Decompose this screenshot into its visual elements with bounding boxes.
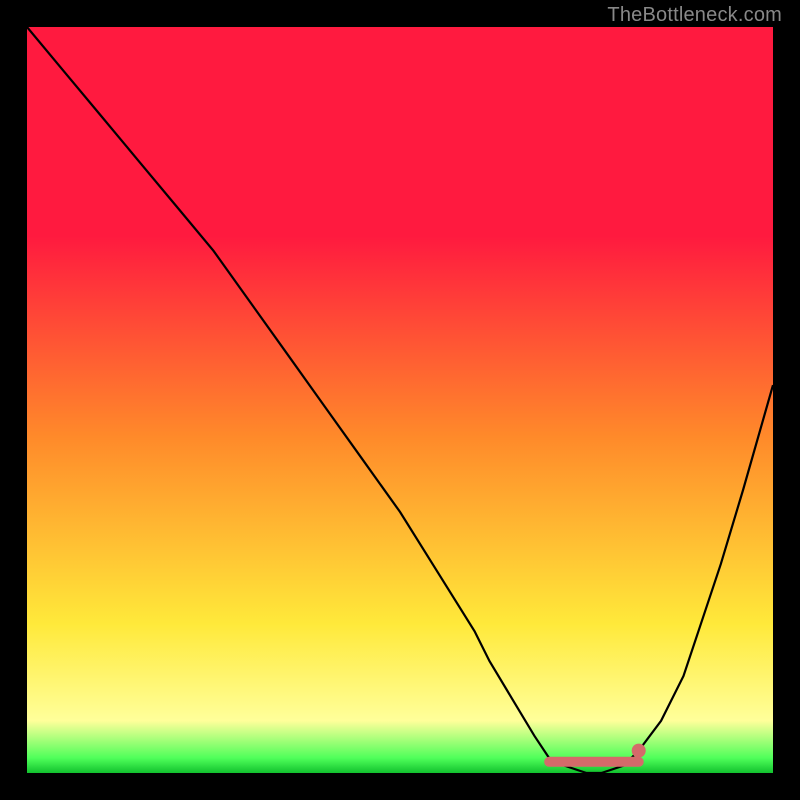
curve-layer — [27, 27, 773, 773]
plot-area — [27, 27, 773, 773]
bottleneck-curve — [27, 27, 773, 773]
watermark-text: TheBottleneck.com — [607, 4, 782, 27]
chart-frame: TheBottleneck.com — [0, 0, 800, 800]
optimal-point-marker — [632, 744, 646, 758]
